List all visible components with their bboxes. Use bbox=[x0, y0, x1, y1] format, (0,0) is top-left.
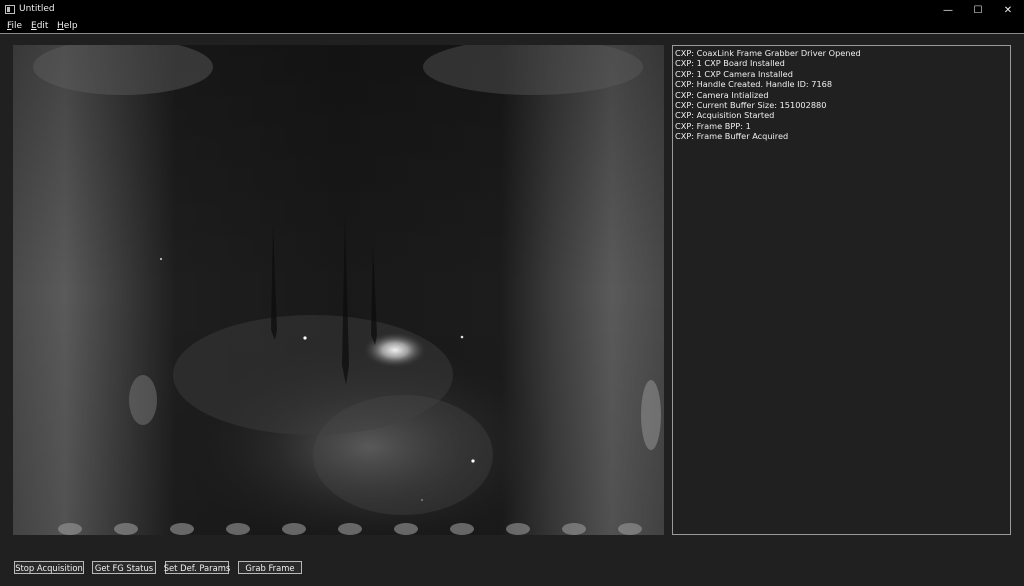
log-line: CXP: Current Buffer Size: 151002880 bbox=[675, 100, 827, 111]
camera-frame-view bbox=[13, 45, 664, 535]
log-line: CXP: 1 CXP Camera Installed bbox=[675, 68, 793, 79]
log-line: CXP: Handle Created. Handle ID: 7168 bbox=[675, 79, 833, 90]
get-fg-status-button[interactable]: Get FG Status bbox=[92, 561, 156, 574]
menu-bar: File Edit Help bbox=[0, 20, 1024, 34]
minimize-icon[interactable]: — bbox=[933, 0, 963, 20]
menu-help-accel: H bbox=[57, 21, 64, 31]
title-bar: Untitled — ☐ ✕ bbox=[0, 0, 1024, 20]
menu-edit-label: dit bbox=[36, 21, 49, 31]
menu-help[interactable]: Help bbox=[57, 21, 78, 31]
log-panel[interactable]: CXP: CoaxLink Frame Grabber Driver Opene… bbox=[672, 45, 1011, 535]
log-line: CXP: CoaxLink Frame Grabber Driver Opene… bbox=[675, 48, 861, 58]
window-title: Untitled bbox=[19, 4, 55, 14]
log-line: CXP: Acquisition Started bbox=[675, 110, 775, 121]
log-line: CXP: 1 CXP Board Installed bbox=[675, 58, 785, 69]
menu-file-label: ile bbox=[11, 21, 23, 31]
log-line: CXP: Camera Intialized bbox=[675, 89, 769, 100]
app-icon bbox=[5, 5, 15, 14]
set-def-params-button[interactable]: Set Def. Params bbox=[164, 561, 230, 574]
log-line: CXP: Frame Buffer Acquired bbox=[675, 131, 789, 142]
log-line: CXP: Frame BPP: 1 bbox=[675, 120, 751, 131]
stop-acquisition-button[interactable]: Stop Acquisition bbox=[14, 561, 84, 574]
maximize-icon[interactable]: ☐ bbox=[963, 0, 993, 20]
menu-help-label: elp bbox=[63, 21, 78, 31]
camera-frame-image bbox=[13, 45, 664, 535]
menu-file[interactable]: File bbox=[7, 21, 22, 31]
close-icon[interactable]: ✕ bbox=[993, 0, 1023, 20]
grab-frame-button[interactable]: Grab Frame bbox=[238, 561, 302, 574]
menu-edit[interactable]: Edit bbox=[31, 21, 48, 31]
